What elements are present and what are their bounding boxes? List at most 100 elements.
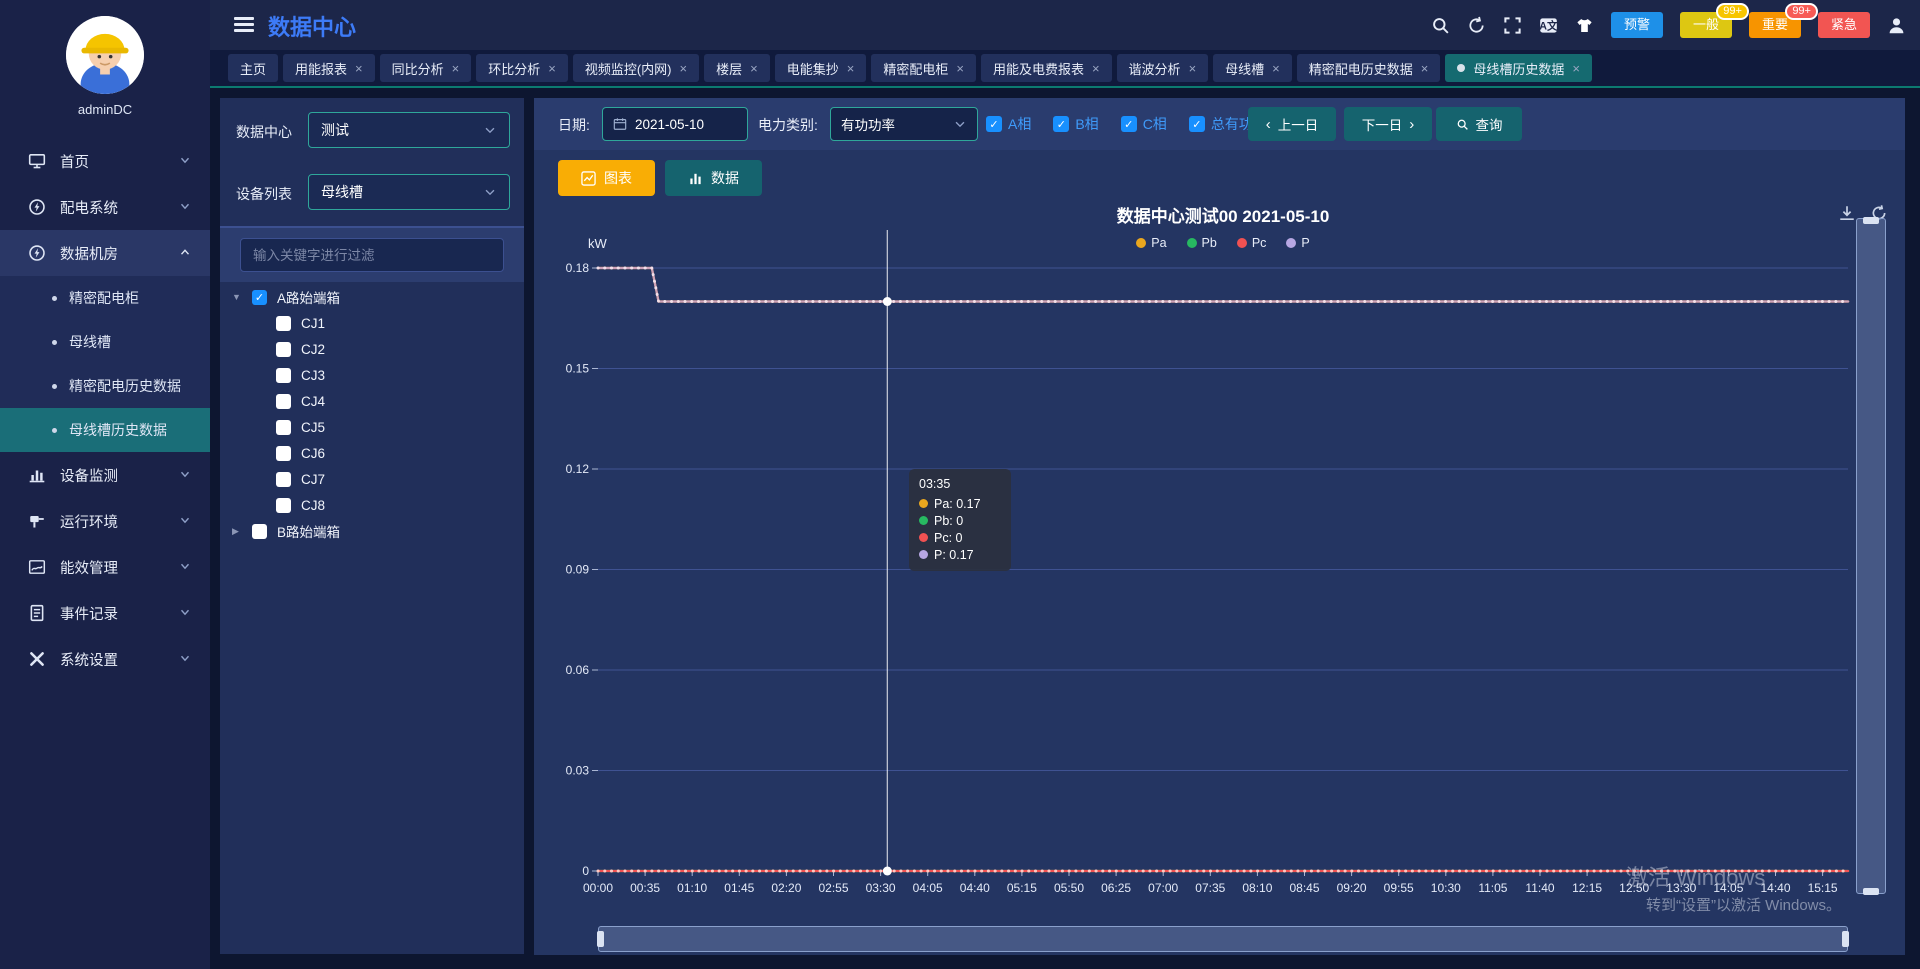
tab-母线槽[interactable]: 母线槽× [1213,54,1292,82]
sidebar-item-运行环境[interactable]: 运行环境 [0,498,210,544]
datacenter-select[interactable]: 测试 [308,112,510,148]
tab-谐波分析[interactable]: 谐波分析× [1117,54,1209,82]
tooltip-series-dot [919,550,928,559]
phase-checkbox-B相[interactable]: ✓B相 [1053,114,1098,134]
sidebar-item-设备监测[interactable]: 设备监测 [0,452,210,498]
query-button[interactable]: 查询 [1436,107,1522,141]
y-datazoom-slider[interactable] [1856,218,1886,894]
checkbox[interactable] [276,498,291,513]
avatar[interactable] [66,16,144,94]
date-input[interactable]: 2021-05-10 [602,107,748,141]
checkbox[interactable] [276,342,291,357]
x-datazoom-slider[interactable] [598,926,1848,952]
checkbox[interactable] [276,368,291,383]
sidebar-subitem-母线槽历史数据[interactable]: 母线槽历史数据 [0,408,210,452]
checkbox[interactable]: ✓ [986,116,1002,132]
tab-close-icon[interactable]: × [750,61,758,76]
download-icon[interactable] [1838,204,1856,222]
tab-close-icon[interactable]: × [452,61,460,76]
sidebar-item-能效管理[interactable]: 能效管理 [0,544,210,590]
tree-leaf-CJ1[interactable]: CJ1 [220,310,524,336]
checkbox[interactable]: ✓ [1053,116,1069,132]
device-list-select[interactable]: 母线槽 [308,174,510,210]
checkbox[interactable] [276,472,291,487]
tab-精密配电历史数据[interactable]: 精密配电历史数据× [1297,54,1441,82]
tree-leaf-CJ3[interactable]: CJ3 [220,362,524,388]
sidebar-collapse-icon[interactable] [234,17,254,35]
phase-checkbox-A相[interactable]: ✓A相 [986,114,1031,134]
tab-同比分析[interactable]: 同比分析× [380,54,472,82]
tab-close-icon[interactable]: × [680,61,688,76]
slider-top-handle[interactable] [1863,217,1879,224]
prev-day-button[interactable]: ‹ 上一日 [1248,107,1336,141]
checkbox[interactable] [276,394,291,409]
user-icon[interactable] [1887,16,1906,35]
translate-icon[interactable]: A文 [1539,16,1558,35]
tab-close-icon[interactable]: × [548,61,556,76]
sidebar-item-首页[interactable]: 首页 [0,138,210,184]
tab-主页[interactable]: 主页 [228,54,278,82]
tree-node-B路始端箱[interactable]: ▶B路始端箱 [220,518,524,544]
tab-close-icon[interactable]: × [956,61,964,76]
power-type-select[interactable]: 有功功率 [830,107,978,141]
tab-用能及电费报表[interactable]: 用能及电费报表× [981,54,1112,82]
tab-精密配电柜[interactable]: 精密配电柜× [871,54,976,82]
tree-leaf-CJ2[interactable]: CJ2 [220,336,524,362]
slider-right-handle[interactable] [1842,931,1849,947]
slider-bottom-handle[interactable] [1863,888,1879,895]
data-view-button[interactable]: 数据 [665,160,762,196]
tree-leaf-CJ4[interactable]: CJ4 [220,388,524,414]
tab-用能报表[interactable]: 用能报表× [283,54,375,82]
phase-checkbox-C相[interactable]: ✓C相 [1121,114,1167,134]
tree-leaf-CJ7[interactable]: CJ7 [220,466,524,492]
tree-node-A路始端箱[interactable]: ▼✓A路始端箱 [220,284,524,310]
sidebar-item-配电系统[interactable]: 配电系统 [0,184,210,230]
tab-电能集抄[interactable]: 电能集抄× [775,54,867,82]
tab-close-icon[interactable]: × [1421,61,1429,76]
header: 数据中心 A文预警一般99+重要99+紧急 [210,0,1920,50]
tab-close-icon[interactable]: × [1189,61,1197,76]
tab-环比分析[interactable]: 环比分析× [476,54,568,82]
checkbox[interactable] [252,524,267,539]
tab-close-icon[interactable]: × [1272,61,1280,76]
alarm-button-预警[interactable]: 预警 [1611,12,1663,38]
tab-close-icon[interactable]: × [1092,61,1100,76]
slider-left-handle[interactable] [597,931,604,947]
tab-close-icon[interactable]: × [847,61,855,76]
sidebar-subitem-母线槽[interactable]: 母线槽 [0,320,210,364]
refresh-icon[interactable] [1467,16,1486,35]
caret-collapsed-icon[interactable]: ▶ [232,526,244,537]
fullscreen-icon[interactable] [1503,16,1522,35]
checkbox[interactable] [276,446,291,461]
theme-shirt-icon[interactable] [1575,16,1594,35]
tab-close-icon[interactable]: × [355,61,363,76]
tree-leaf-CJ5[interactable]: CJ5 [220,414,524,440]
alarm-button-紧急[interactable]: 紧急 [1818,12,1870,38]
checkbox[interactable]: ✓ [1189,116,1205,132]
tree-leaf-CJ8[interactable]: CJ8 [220,492,524,518]
svg-text:02:20: 02:20 [771,881,801,895]
checkbox[interactable] [276,316,291,331]
tab-楼层[interactable]: 楼层× [704,54,770,82]
tab-视频监控(内网)[interactable]: 视频监控(内网)× [573,54,699,82]
sidebar-subitem-精密配电柜[interactable]: 精密配电柜 [0,276,210,320]
checkbox[interactable] [276,420,291,435]
tree-leaf-CJ6[interactable]: CJ6 [220,440,524,466]
sidebar-item-数据机房[interactable]: 数据机房 [0,230,210,276]
checkbox[interactable]: ✓ [1121,116,1137,132]
sidebar-item-系统设置[interactable]: 系统设置 [0,636,210,682]
chart-view-button[interactable]: 图表 [558,160,655,196]
tree-filter-input[interactable] [240,238,504,272]
sidebar-subitem-精密配电历史数据[interactable]: 精密配电历史数据 [0,364,210,408]
line-chart[interactable]: 00.030.060.090.120.150.1800:0000:3501:10… [560,230,1890,930]
tab-close-icon[interactable]: × [1572,61,1580,76]
search-icon[interactable] [1431,16,1450,35]
svg-text:15:15: 15:15 [1808,881,1838,895]
query-toolbar: 日期: 2021-05-10 电力类别: 有功功率 ✓A相✓B相✓C相✓总有功功… [534,98,1905,150]
next-day-button[interactable]: 下一日 › [1344,107,1432,141]
tab-母线槽历史数据[interactable]: 母线槽历史数据× [1445,54,1592,82]
checkbox[interactable]: ✓ [252,290,267,305]
caret-expanded-icon[interactable]: ▼ [232,292,244,302]
sidebar-item-事件记录[interactable]: 事件记录 [0,590,210,636]
svg-text:12:15: 12:15 [1572,881,1602,895]
